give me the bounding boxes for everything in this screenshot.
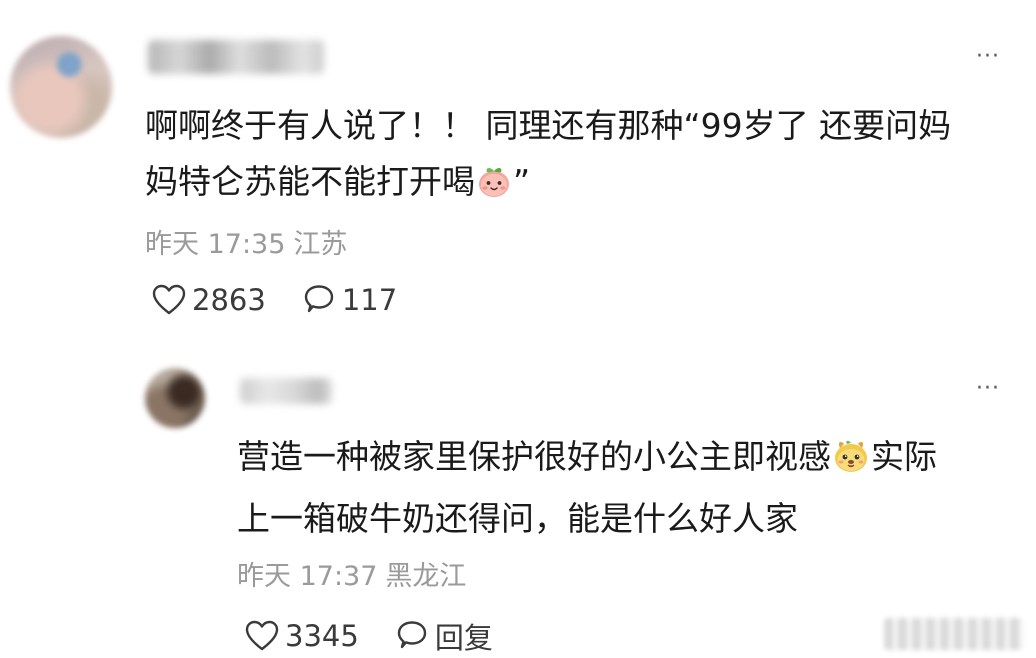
comment-meta: 昨天 17:37 黑龙江 <box>237 554 466 593</box>
username-blurred[interactable] <box>240 378 332 404</box>
like-count: 3345 <box>285 619 359 653</box>
reply-button[interactable]: 117 <box>302 283 397 317</box>
location: 黑龙江 <box>385 561 467 592</box>
comment-text-line: 营造一种被家里保护很好的小公主即视感 实际 <box>237 429 937 491</box>
comment-text-segment: ” <box>513 162 531 201</box>
comment-actions: 2863 117 <box>152 283 397 317</box>
avatar[interactable] <box>145 368 205 428</box>
reply-button[interactable]: 回复 <box>395 615 493 657</box>
heart-outline-icon <box>152 284 186 315</box>
more-icon[interactable]: ··· <box>976 46 1000 68</box>
more-icon[interactable]: ··· <box>976 378 1000 400</box>
reply-count: 117 <box>341 283 398 317</box>
location: 江苏 <box>293 229 348 260</box>
comment-text-segment: 实际 <box>871 437 937 476</box>
peach-face-emoji-icon <box>476 160 512 216</box>
like-count: 2863 <box>192 283 266 317</box>
comment-bubble-icon <box>304 285 334 313</box>
like-button[interactable]: 3345 <box>245 619 359 653</box>
comment-text-line: 上一箱破牛奶还得问，能是什么好人家 <box>237 499 798 538</box>
dog-face-emoji-icon <box>832 435 870 491</box>
comment-text-line: 妈特仑苏能不能打开喝 ” <box>145 154 951 216</box>
like-button[interactable]: 2863 <box>152 283 266 317</box>
avatar[interactable] <box>10 36 112 138</box>
timestamp: 昨天 17:35 <box>145 229 286 260</box>
comment-text-segment: 妈特仑苏能不能打开喝 <box>145 162 475 201</box>
comment-text: 营造一种被家里保护很好的小公主即视感 实际 上一箱破牛奶还得问，能是什么好人家 <box>237 429 937 547</box>
watermark-blurred <box>884 618 1024 650</box>
reply-label: 回复 <box>434 621 493 655</box>
heart-outline-icon <box>245 620 279 651</box>
comment-text-line: 啊啊终于有人说了！！ 同理还有那种“99岁了 还要问妈 <box>145 106 952 145</box>
comment-text: 啊啊终于有人说了！！ 同理还有那种“99岁了 还要问妈 妈特仑苏能不能打开喝 ” <box>145 98 951 216</box>
comment-actions: 3345 回复 <box>245 615 493 657</box>
comment-meta: 昨天 17:35 江苏 <box>145 222 347 261</box>
timestamp: 昨天 17:37 <box>237 561 378 592</box>
username-blurred[interactable] <box>148 40 324 74</box>
comment-bubble-icon <box>397 621 427 649</box>
comment-text-segment: 营造一种被家里保护很好的小公主即视感 <box>237 437 831 476</box>
